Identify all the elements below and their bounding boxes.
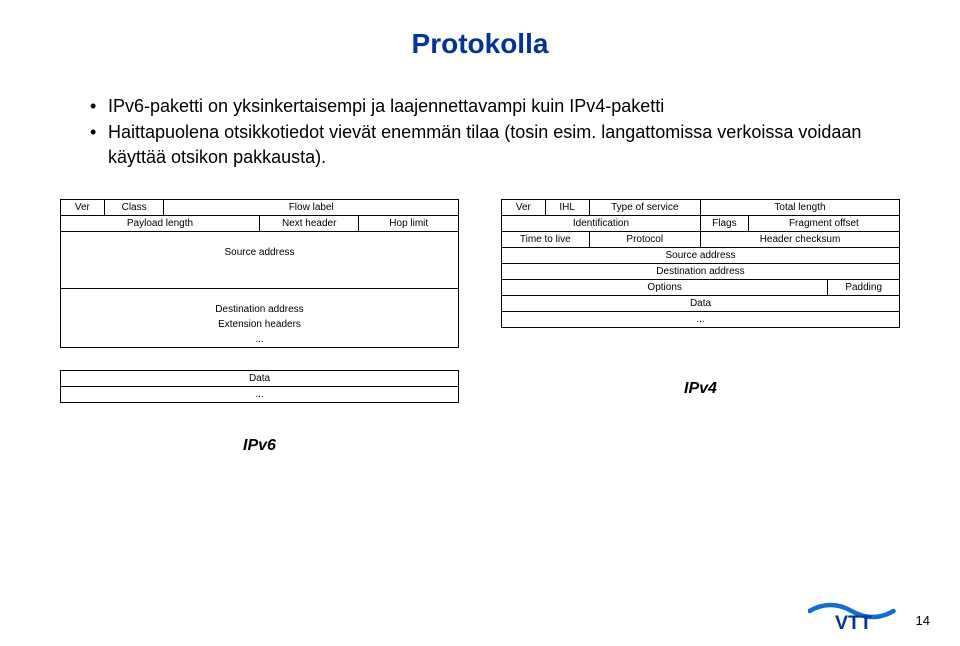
ipv6-dst-top [61,288,459,302]
ipv4-options: Options [502,279,828,295]
ipv4-data: Data [502,295,900,311]
ipv6-column: Ver Class Flow label Payload length Next… [60,199,459,456]
ipv6-src-mid [61,260,459,274]
ipv4-destination-address: Destination address [502,263,900,279]
ipv6-data-table: Data ... [60,370,459,403]
page-title: Protokolla [60,28,900,60]
ipv4-identification: Identification [502,215,701,231]
ipv6-src-top [61,231,459,245]
ipv4-dots: ... [502,311,900,327]
ipv6-flow-label: Flow label [164,199,459,215]
page-number: 14 [916,613,930,634]
ipv4-flags: Flags [700,215,748,231]
ipv4-fragment-offset: Fragment offset [748,215,899,231]
ipv4-header-checksum: Header checksum [700,231,899,247]
ipv6-label: IPv6 [60,437,459,455]
ipv6-ver: Ver [61,199,105,215]
ipv6-hop-limit: Hop limit [359,215,459,231]
ipv6-dots1: ... [61,332,459,348]
ipv6-src-bot [61,274,459,288]
ipv6-payload-length: Payload length [61,215,260,231]
ipv4-ttl: Time to live [502,231,590,247]
ipv4-label: IPv4 [501,380,900,398]
ipv6-table: Ver Class Flow label Payload length Next… [60,199,459,349]
ipv6-data: Data [61,371,459,387]
ipv6-next-header: Next header [259,215,359,231]
ipv6-extension-headers: Extension headers [61,317,459,332]
bullet-list: IPv6-paketti on yksinkertaisempi ja laaj… [90,94,900,169]
ipv4-padding: Padding [828,279,900,295]
ipv4-column: Ver IHL Type of service Total length Ide… [501,199,900,456]
tables-row: Ver Class Flow label Payload length Next… [60,199,900,456]
ipv4-ihl: IHL [545,199,589,215]
ipv6-dots2: ... [61,387,459,403]
ipv6-source-address: Source address [61,245,459,260]
ipv4-total-length: Total length [700,199,899,215]
ipv4-protocol: Protocol [589,231,700,247]
slide-page: Protokolla IPv6-paketti on yksinkertaise… [0,0,960,646]
ipv4-ver: Ver [502,199,546,215]
ipv6-destination-address: Destination address [61,302,459,317]
footer: VTT 14 [808,594,930,634]
bullet-item: Haittapuolena otsikkotiedot vievät enemm… [90,120,900,169]
ipv6-class: Class [104,199,164,215]
ipv4-tos: Type of service [589,199,700,215]
svg-text:VTT: VTT [835,612,872,634]
bullet-item: IPv6-paketti on yksinkertaisempi ja laaj… [90,94,900,118]
ipv4-source-address: Source address [502,247,900,263]
vtt-logo: VTT [808,594,898,634]
ipv4-table: Ver IHL Type of service Total length Ide… [501,199,900,328]
